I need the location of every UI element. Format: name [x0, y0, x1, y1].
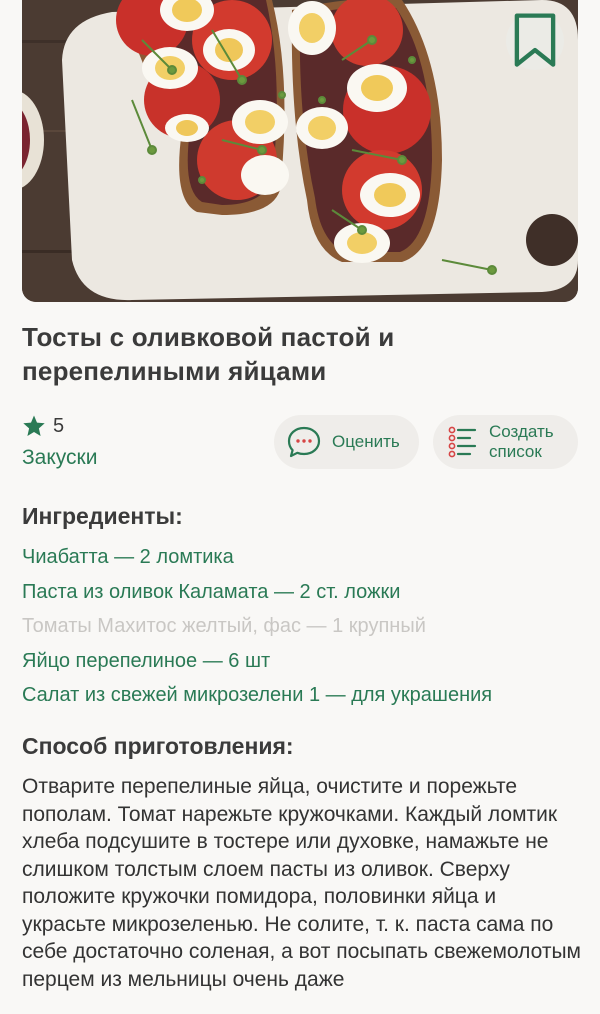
recipe-page: Тосты с оливковой пастой и перепелиными …: [0, 0, 600, 1014]
checklist-icon: [445, 424, 481, 460]
create-list-button-label: Создать список: [489, 422, 554, 461]
ingredient-item[interactable]: Чиабатта — 2 ломтика: [22, 540, 582, 575]
recipe-photo: [22, 0, 578, 302]
method-text: Отварите перепелиные яйца, очистите и по…: [22, 775, 581, 991]
ingredient-item[interactable]: Салат из свежей микрозелени 1 — для укра…: [22, 678, 582, 713]
recipe-title: Тосты с оливковой пастой и перепелиными …: [22, 322, 395, 386]
rate-button[interactable]: Оценить: [274, 415, 419, 469]
ingredient-item[interactable]: Паста из оливок Каламата — 2 ст. ложки: [22, 575, 582, 610]
recipe-category[interactable]: Закуски: [22, 446, 97, 470]
create-list-button[interactable]: Создать список: [433, 415, 578, 469]
method-heading: Способ приготовления:: [22, 733, 294, 759]
recipe-rating: 5: [22, 414, 64, 438]
ingredients-list: Чиабатта — 2 ломтика Паста из оливок Кала…: [22, 540, 582, 713]
bookmark-icon: [514, 13, 556, 67]
chat-bubble-icon: [286, 424, 322, 460]
ingredients-heading: Ингредиенты:: [22, 503, 183, 529]
bookmark-button[interactable]: [506, 12, 564, 70]
toast-photo-illustration: [22, 0, 578, 302]
ingredient-item[interactable]: Томаты Махитос желтый, фас — 1 крупный: [22, 609, 582, 644]
star-icon: [23, 415, 45, 436]
ingredient-item[interactable]: Яйцо перепелиное — 6 шт: [22, 644, 582, 679]
rate-button-label: Оценить: [332, 432, 400, 451]
rating-value: 5: [53, 414, 65, 437]
